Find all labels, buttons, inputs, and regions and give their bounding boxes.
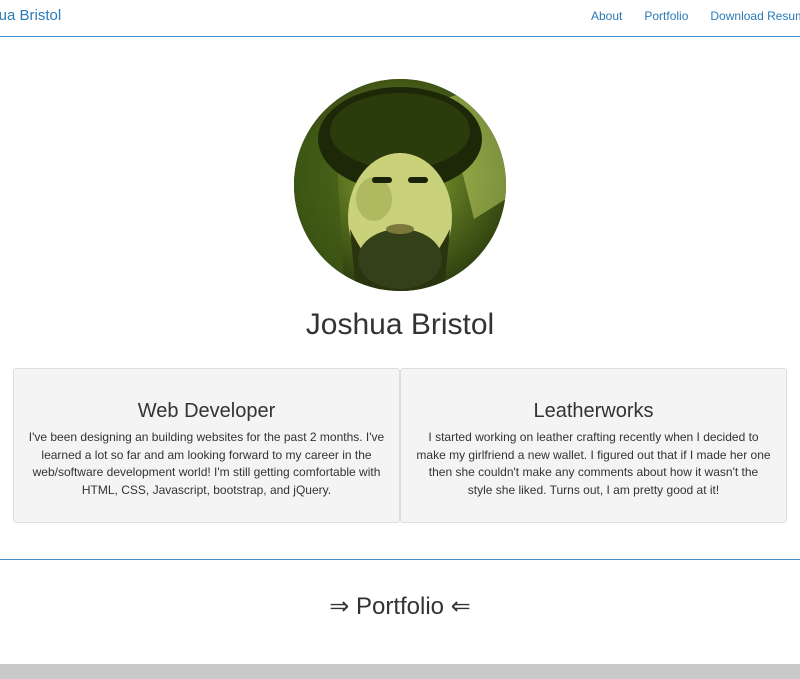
profile-photo [294,79,506,291]
card-title: Web Developer [137,400,276,422]
navbar: Joshua Bristol About Portfolio Download Re… [0,0,800,37]
card-body: I started working on leather crafting re… [416,430,771,497]
card-web-developer: Web Developer I've been designing an bui… [13,368,400,523]
card-leatherworks: Leatherworks I started working on leathe… [400,368,787,523]
card-title: Leatherworks [533,400,654,422]
brand-link[interactable]: Joshua Bristol [0,7,61,24]
nav-link-about[interactable]: About [591,9,622,23]
nav-link-download-resume[interactable]: Download Resume [710,9,800,23]
nav-links: About Portfolio Download Resume [591,9,800,23]
profile-name: Joshua Bristol [305,308,495,341]
nav-link-portfolio[interactable]: Portfolio [644,9,688,23]
portfolio-heading: ⇒ Portfolio ⇐ [329,593,471,620]
footer-bar [0,664,800,679]
card-body: I've been designing an building websites… [28,430,385,497]
section-divider [0,559,800,560]
